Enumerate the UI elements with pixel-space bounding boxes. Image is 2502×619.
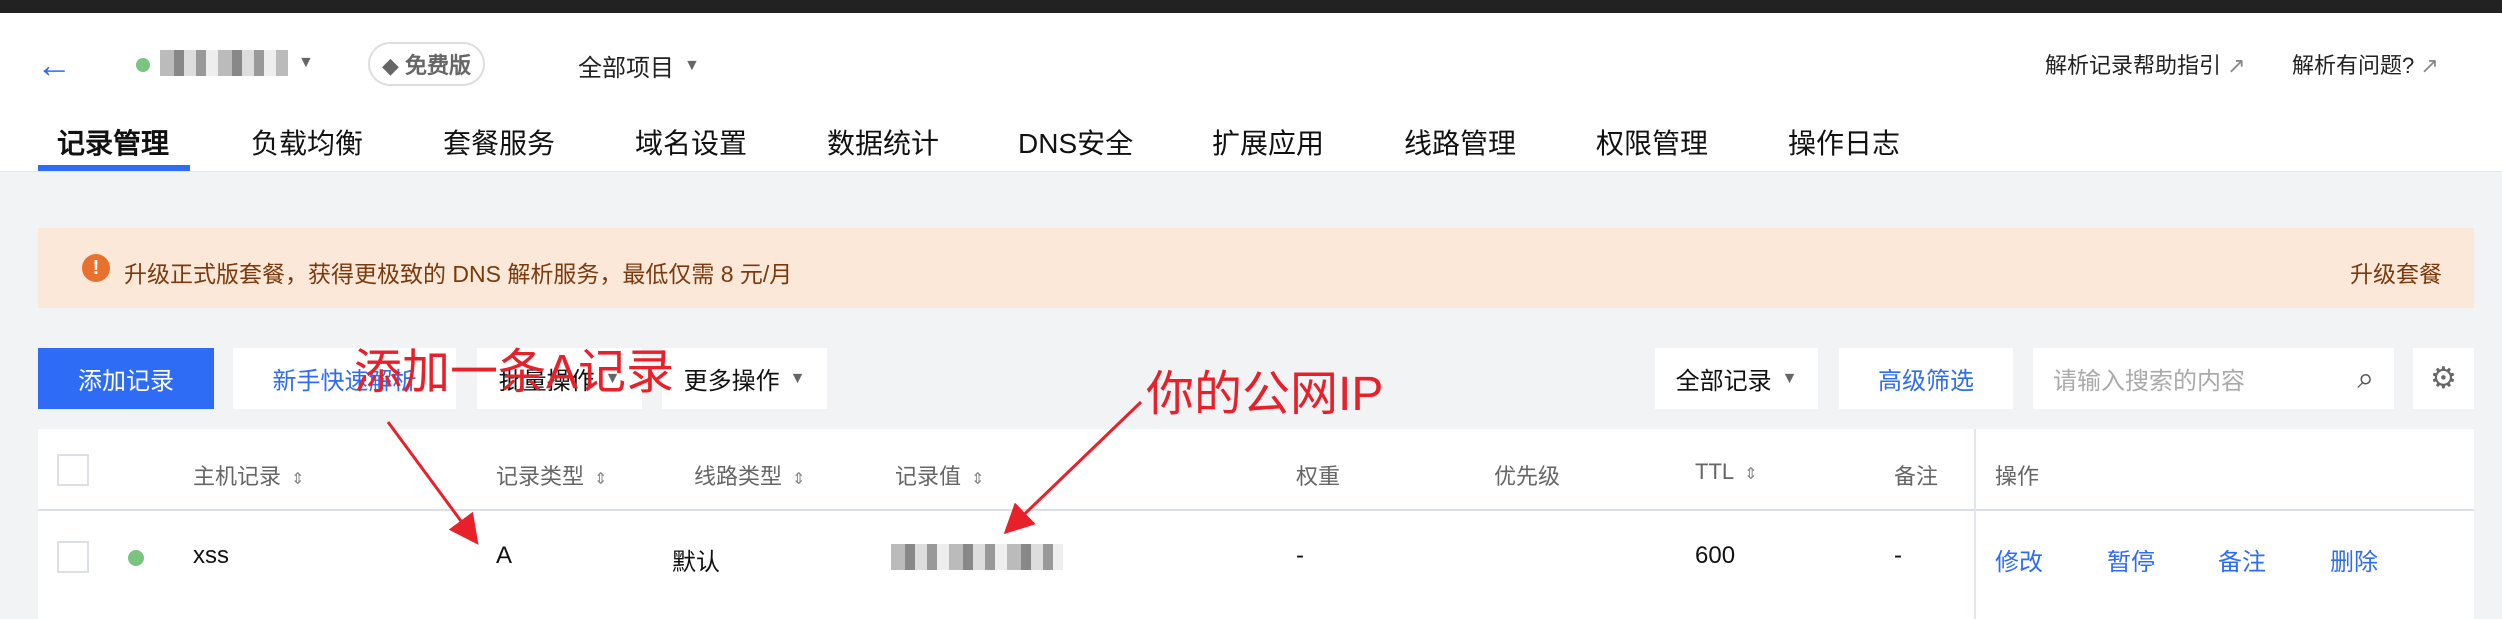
arrow-to-value: [1003, 400, 1143, 535]
annotation-arrows: [386, 400, 1143, 545]
arrow-to-type: [386, 421, 479, 545]
